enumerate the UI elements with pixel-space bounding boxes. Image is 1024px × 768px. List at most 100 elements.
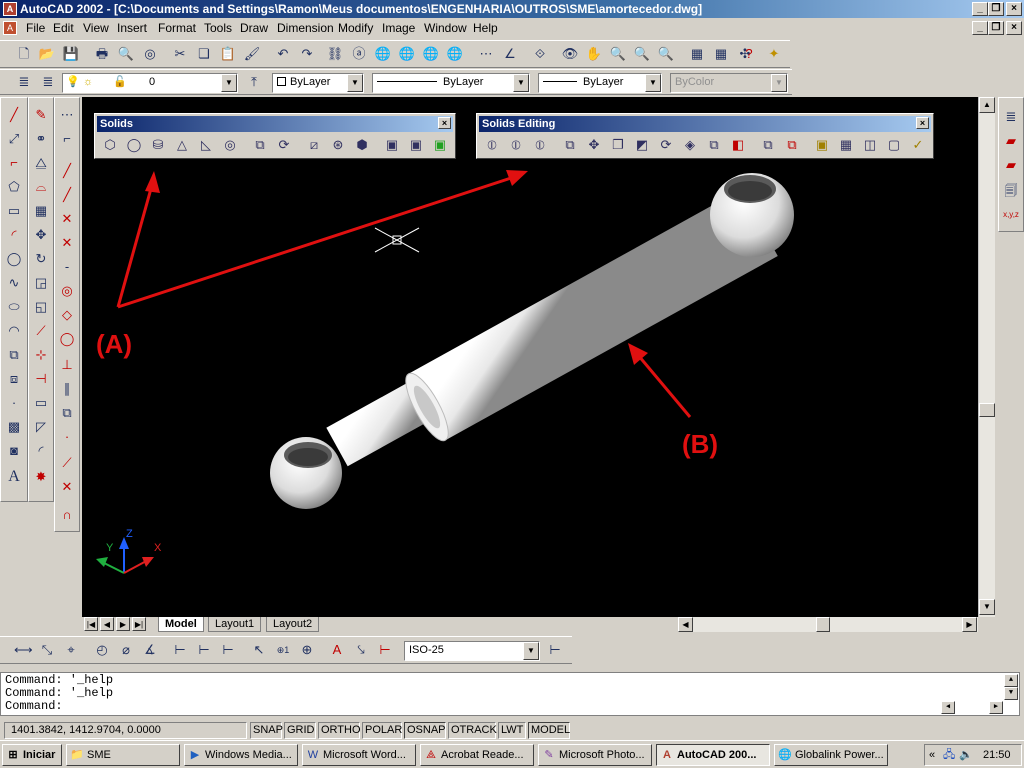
- color-edges-icon[interactable]: ⧉: [783, 136, 801, 154]
- polyline-icon[interactable]: ⌐: [5, 154, 23, 172]
- taskbar-item-autocad[interactable]: A AutoCAD 200...: [656, 744, 770, 766]
- chamfer-icon[interactable]: ◸: [32, 418, 50, 436]
- meet-now-icon[interactable]: 🌐: [398, 45, 416, 63]
- snap-extension-icon[interactable]: ‐: [58, 258, 76, 276]
- circle-icon[interactable]: ◯: [5, 250, 23, 268]
- arc-icon[interactable]: ◜: [5, 226, 23, 244]
- section-icon[interactable]: ⊛: [329, 136, 347, 154]
- chevron-down-icon[interactable]: ▼: [523, 642, 539, 660]
- command-prompt[interactable]: Command:: [5, 700, 1015, 713]
- redo-icon[interactable]: ↷: [298, 45, 316, 63]
- coordinate-readout[interactable]: 1401.3842, 1412.9704, 0.0000: [4, 722, 247, 739]
- insert-block-icon[interactable]: ⧉: [5, 346, 23, 364]
- menu-file[interactable]: File: [26, 18, 45, 38]
- layer-select[interactable]: 0 💡 ☼ 🔓 ▼: [62, 73, 238, 93]
- tolerance-icon[interactable]: ⊕1: [274, 641, 292, 659]
- copy-icon[interactable]: ❏: [195, 45, 213, 63]
- copy-edges-icon[interactable]: ⧉: [759, 136, 777, 154]
- volume-icon[interactable]: ▰: [1002, 156, 1020, 174]
- cone-icon[interactable]: △: [173, 136, 191, 154]
- hyperlink-icon[interactable]: ⛓: [326, 45, 344, 63]
- color-faces-icon[interactable]: ◧: [729, 136, 747, 154]
- minimize-button[interactable]: _: [972, 2, 988, 16]
- start-button[interactable]: ⊞ Iniciar: [2, 744, 62, 766]
- zoom-previous-icon[interactable]: 🔍: [657, 45, 675, 63]
- multiline-text-icon[interactable]: A: [5, 468, 23, 486]
- snap-midpoint-icon[interactable]: ╱: [58, 186, 76, 204]
- erase-icon[interactable]: ✎: [32, 106, 50, 124]
- snap-quadrant-icon[interactable]: ◇: [58, 306, 76, 324]
- lengthen-icon[interactable]: ⟋: [32, 322, 50, 340]
- scroll-down-button[interactable]: ▼: [979, 599, 995, 615]
- extrude-faces-icon[interactable]: ⧉: [561, 136, 579, 154]
- horizontal-scrollbar[interactable]: ◀ ▶: [678, 617, 978, 632]
- taskbar-item-acrobat[interactable]: ⟁ Acrobat Reade...: [420, 744, 534, 766]
- menu-image[interactable]: Image: [382, 18, 415, 38]
- snap-insert-icon[interactable]: ⧉: [58, 404, 76, 422]
- radius-dimension-icon[interactable]: ◴: [93, 641, 111, 659]
- taskbar-item-word[interactable]: W Microsoft Word...: [302, 744, 416, 766]
- save-icon[interactable]: 💾: [62, 45, 80, 63]
- scroll-up-button[interactable]: ▲: [979, 97, 995, 113]
- continue-dimension-icon[interactable]: ⊢: [219, 641, 237, 659]
- prev-tab-button[interactable]: ◀: [100, 617, 114, 631]
- setup-drawing-icon[interactable]: ▣: [383, 136, 401, 154]
- menu-help[interactable]: Help: [473, 18, 498, 38]
- sphere-icon[interactable]: ◯: [125, 136, 143, 154]
- dimension-text-edit-icon[interactable]: ⤥: [352, 641, 370, 659]
- copy-faces-icon[interactable]: ⧉: [705, 136, 723, 154]
- menu-modify[interactable]: Modify: [338, 18, 373, 38]
- quick-leader-icon[interactable]: ↖: [250, 641, 268, 659]
- network-icon[interactable]: 🖧: [943, 745, 955, 765]
- region-icon[interactable]: ◙: [5, 442, 23, 460]
- rotate-faces-icon[interactable]: ⟳: [657, 136, 675, 154]
- separate-icon[interactable]: ◫: [861, 136, 879, 154]
- tab-layout2[interactable]: Layout2: [266, 617, 320, 632]
- command-window[interactable]: Command: '_help Command: '_help Command:…: [0, 672, 1020, 716]
- scroll-right-button[interactable]: ▶: [962, 617, 977, 632]
- assistant-icon[interactable]: ✦: [765, 45, 783, 63]
- diameter-dimension-icon[interactable]: ⌀: [117, 641, 135, 659]
- tray-expand-icon[interactable]: «: [929, 745, 935, 765]
- doc-minimize-button[interactable]: _: [972, 21, 988, 35]
- match-properties-icon[interactable]: 🖌: [243, 45, 261, 63]
- solids-toolbar-title[interactable]: Solids ×: [97, 116, 453, 132]
- properties-icon[interactable]: ▦: [688, 45, 706, 63]
- move-faces-icon[interactable]: ✥: [585, 136, 603, 154]
- check-icon[interactable]: ✓: [909, 136, 927, 154]
- snap-intersection-icon[interactable]: ✕: [58, 210, 76, 228]
- drawing-canvas[interactable]: (A) (B) Z Y X Solids × ⬡ ◯ ⛁ △ ◺ ◎ ⧉ ⟳ ⧄…: [82, 97, 978, 617]
- snap-endpoint-icon[interactable]: ╱: [58, 162, 76, 180]
- publish-icon[interactable]: ◎: [141, 45, 159, 63]
- quick-dimension-icon[interactable]: ⊢: [171, 641, 189, 659]
- slice-icon[interactable]: ⧄: [305, 136, 323, 154]
- angular-dimension-icon[interactable]: ∡: [141, 641, 159, 659]
- ordinate-dimension-icon[interactable]: ⌖: [62, 641, 80, 659]
- hatch-icon[interactable]: ▩: [5, 418, 23, 436]
- move-icon[interactable]: ✥: [32, 226, 50, 244]
- web-icon[interactable]: 🌐: [374, 45, 392, 63]
- extrude-icon[interactable]: ⧉: [251, 136, 269, 154]
- interfere-icon[interactable]: ⬢: [353, 136, 371, 154]
- locate-point-icon[interactable]: x,y,z: [1002, 206, 1020, 224]
- open-icon[interactable]: 📂: [38, 45, 56, 63]
- taskbar-item-media-player[interactable]: ▶ Windows Media...: [184, 744, 298, 766]
- construction-line-icon[interactable]: ⤢: [5, 130, 23, 148]
- autocad-app-icon[interactable]: A: [3, 2, 17, 16]
- menu-dimension[interactable]: Dimension: [277, 18, 334, 38]
- aligned-dimension-icon[interactable]: ⤡: [38, 641, 56, 659]
- dimension-style-icon[interactable]: ⊢: [546, 641, 564, 659]
- command-scroll-right-button[interactable]: ▶: [989, 701, 1003, 714]
- chevron-down-icon[interactable]: ▼: [221, 74, 237, 92]
- close-button[interactable]: ×: [1006, 2, 1022, 16]
- cylinder-icon[interactable]: ⛁: [149, 136, 167, 154]
- temp-track-icon[interactable]: ⋯: [58, 106, 76, 124]
- subtract-icon[interactable]: ⦶: [507, 136, 525, 154]
- mirror-icon[interactable]: ⧋: [32, 154, 50, 172]
- taskbar-item-photo-editor[interactable]: ✎ Microsoft Photo...: [538, 744, 652, 766]
- osnap-toggle[interactable]: OSNAP: [404, 722, 446, 739]
- line-icon[interactable]: ╱: [5, 106, 23, 124]
- union-icon[interactable]: ⦶: [483, 136, 501, 154]
- torus-icon[interactable]: ◎: [221, 136, 239, 154]
- new-icon[interactable]: 🗋: [15, 45, 33, 63]
